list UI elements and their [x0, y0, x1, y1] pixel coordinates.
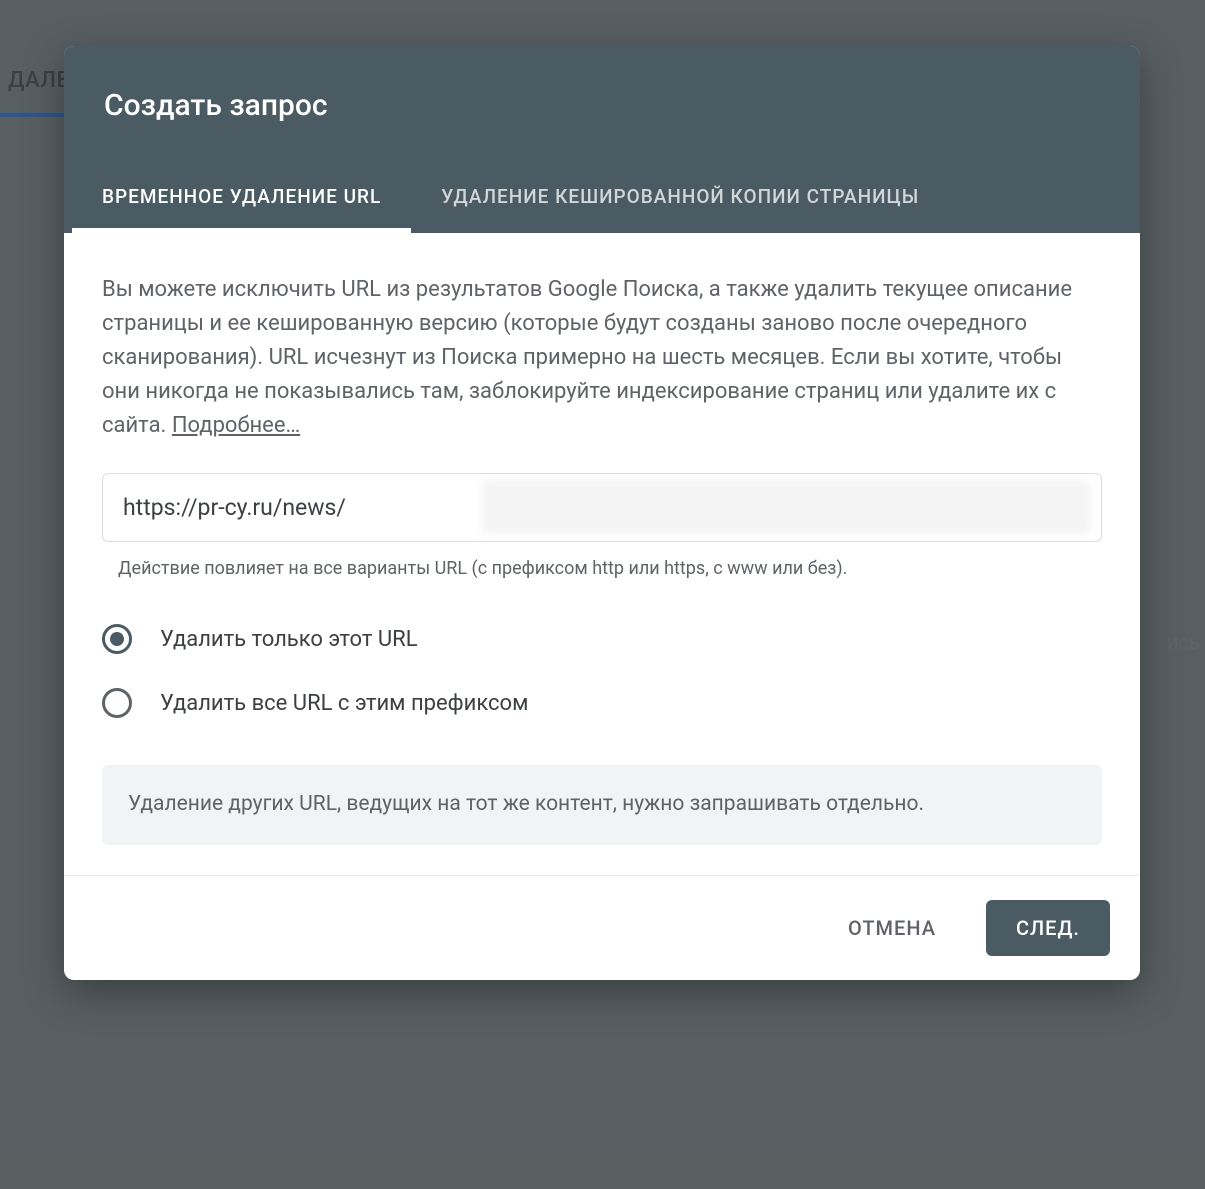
url-input[interactable] — [102, 473, 1102, 542]
dialog-title: Создать запрос — [64, 46, 1140, 163]
dialog-header: Создать запрос ВРЕМЕННОЕ УДАЛЕНИЕ URL УД… — [64, 46, 1140, 233]
radio-remove-prefix[interactable]: Удалить все URL с этим префиксом — [102, 671, 1102, 735]
description-text: Вы можете исключить URL из результатов G… — [102, 273, 1102, 443]
note-box: Удаление других URL, ведущих на тот же к… — [102, 765, 1102, 845]
cancel-button[interactable]: ОТМЕНА — [818, 900, 966, 956]
next-button[interactable]: СЛЕД. — [986, 900, 1110, 956]
tab-cached-removal[interactable]: УДАЛЕНИЕ КЕШИРОВАННОЙ КОПИИ СТРАНИЦЫ — [411, 163, 949, 233]
learn-more-link[interactable]: Подробнее… — [172, 413, 300, 438]
radio-icon — [102, 624, 132, 654]
url-hint-text: Действие повлияет на все варианты URL (с… — [102, 558, 1102, 607]
dialog-tabs: ВРЕМЕННОЕ УДАЛЕНИЕ URL УДАЛЕНИЕ КЕШИРОВА… — [64, 163, 1140, 233]
create-request-dialog: Создать запрос ВРЕМЕННОЕ УДАЛЕНИЕ URL УД… — [64, 46, 1140, 980]
removal-scope-radio-group: Удалить только этот URL Удалить все URL … — [102, 607, 1102, 765]
dialog-footer: ОТМЕНА СЛЕД. — [64, 875, 1140, 980]
dialog-body: Вы можете исключить URL из результатов G… — [64, 233, 1140, 875]
radio-remove-only-this[interactable]: Удалить только этот URL — [102, 607, 1102, 671]
url-input-container — [102, 473, 1102, 542]
radio-label: Удалить только этот URL — [160, 627, 418, 652]
radio-icon — [102, 688, 132, 718]
radio-label: Удалить все URL с этим префиксом — [160, 691, 528, 716]
background-text-fragment: ись. — [1167, 630, 1205, 654]
tab-temporary-removal[interactable]: ВРЕМЕННОЕ УДАЛЕНИЕ URL — [72, 163, 411, 233]
